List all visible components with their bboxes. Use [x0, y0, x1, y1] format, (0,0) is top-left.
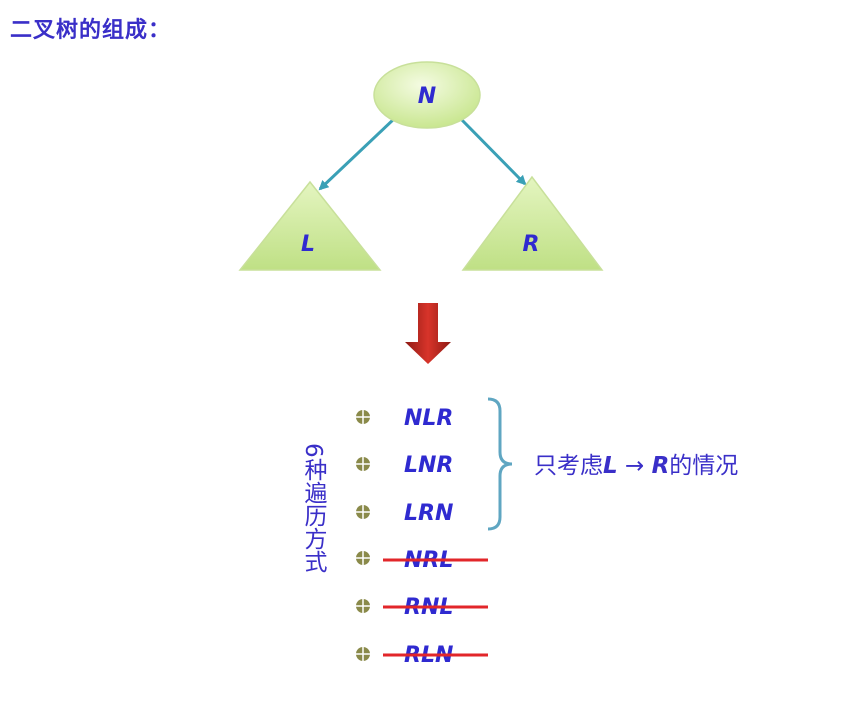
down-arrow-icon [405, 303, 451, 364]
note-suffix: 的情况 [669, 453, 739, 479]
edge-root-left [318, 116, 397, 191]
six-traversals-label: 6种遍历方式 [300, 443, 326, 573]
order-nlr: NLR [404, 406, 453, 431]
root-node-label: N [418, 84, 436, 109]
order-lrn: LRN [404, 501, 453, 526]
left-to-right-note: 只考虑L → R的情况 [534, 446, 738, 480]
edge-root-right [458, 116, 527, 186]
bullet-icon [356, 647, 370, 661]
note-arrow-icon: → [624, 453, 645, 479]
note-from: L [603, 453, 618, 479]
left-subtree-label: L [301, 232, 315, 257]
bullet-icon [356, 599, 370, 613]
binary-tree-diagram: N L R NLR LNR LRN NRL RNL RLN [238, 61, 604, 668]
curly-brace [487, 397, 513, 531]
note-to: R [651, 453, 670, 479]
bullet-icon [356, 457, 370, 471]
bullet-icon [356, 410, 370, 424]
right-subtree-label: R [523, 232, 540, 257]
order-lnr: LNR [404, 453, 453, 478]
bullet-icon [356, 551, 370, 565]
note-prefix: 只考虑 [534, 453, 603, 479]
bullet-icon [356, 505, 370, 519]
